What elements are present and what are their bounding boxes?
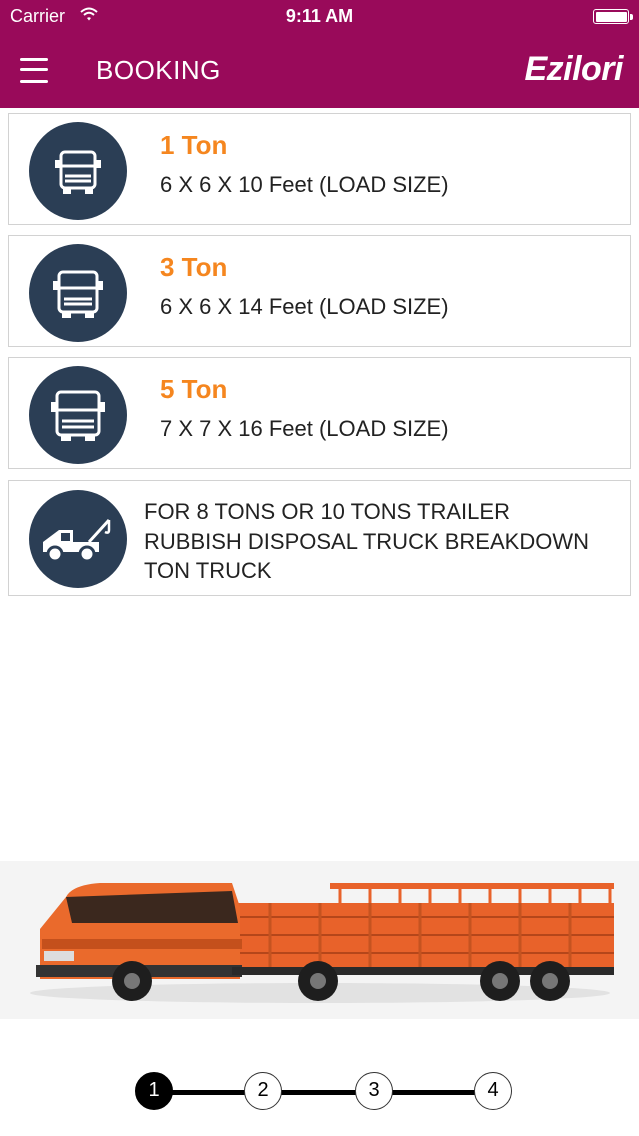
truck-option-3-ton[interactable]: 3 Ton 6 X 6 X 14 Feet (LOAD SIZE)	[8, 235, 631, 347]
ton-label: 1 Ton	[160, 130, 228, 160]
app-logo: Ezilori	[524, 50, 623, 88]
ton-label: 5 Ton	[160, 374, 228, 404]
step-indicator: 1 2 3 4	[0, 1060, 639, 1120]
other-option-line-3: TON TRUCK	[144, 558, 272, 583]
load-size-label: 7 X 7 X 16 Feet (LOAD SIZE)	[160, 416, 449, 441]
other-option-line-2: RUBBISH DISPOSAL TRUCK BREAKDOWN	[144, 528, 589, 554]
menu-icon[interactable]	[20, 56, 50, 86]
app-header: Carrier 9:11 AM BOOKING Ezilori	[0, 0, 639, 108]
load-size-label: 6 X 6 X 10 Feet (LOAD SIZE)	[160, 172, 449, 197]
tow-truck-icon	[29, 490, 127, 588]
truck-option-1-ton[interactable]: 1 Ton 6 X 6 X 10 Feet (LOAD SIZE)	[8, 113, 631, 225]
status-bar: Carrier 9:11 AM	[0, 0, 639, 34]
other-option-line-1: FOR 8 TONS OR 10 TONS TRAILER	[144, 499, 510, 524]
ton-label: 3 Ton	[160, 252, 228, 282]
clock: 9:11 AM	[285, 6, 354, 26]
truck-front-icon	[29, 366, 127, 464]
page-title: BOOKING	[96, 55, 221, 85]
step-3[interactable]: 3	[355, 1072, 393, 1110]
truck-front-icon	[29, 244, 127, 342]
step-1[interactable]: 1	[135, 1072, 173, 1110]
truck-option-5-ton[interactable]: 5 Ton 7 X 7 X 16 Feet (LOAD SIZE)	[8, 357, 631, 469]
battery-icon	[593, 9, 633, 24]
other-option-text: FOR 8 TONS OR 10 TONS TRAILER RUBBISH DI…	[144, 497, 624, 586]
load-size-label: 6 X 6 X 14 Feet (LOAD SIZE)	[160, 294, 449, 319]
step-2[interactable]: 2	[244, 1072, 282, 1110]
step-progress-line	[154, 1090, 494, 1095]
truck-option-other[interactable]: FOR 8 TONS OR 10 TONS TRAILER RUBBISH DI…	[8, 480, 631, 596]
truck-hero-image	[0, 861, 639, 1019]
step-4[interactable]: 4	[474, 1072, 512, 1110]
truck-front-icon	[29, 122, 127, 220]
